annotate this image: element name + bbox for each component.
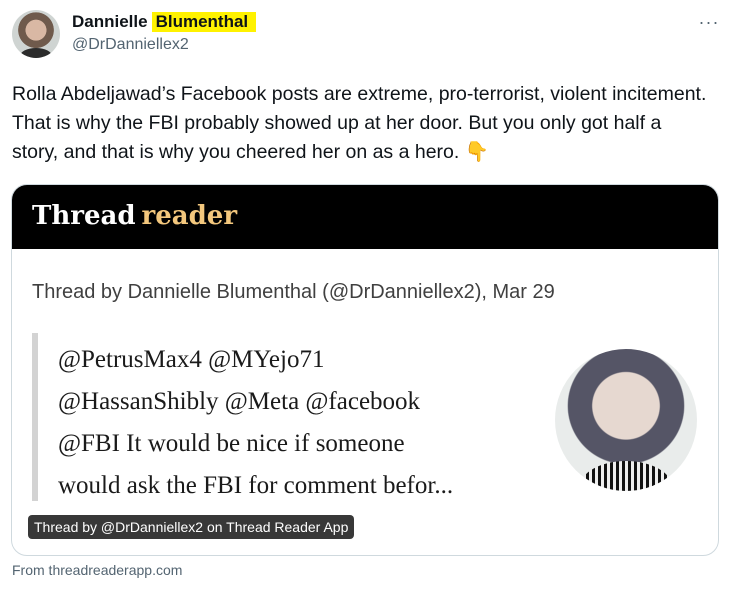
brand-word-thread: Thread: [32, 201, 136, 231]
avatar-shoulders: [20, 48, 52, 58]
tweet-text: Rolla Abdeljawad’s Facebook posts are ex…: [12, 83, 707, 163]
quote-bar: [32, 333, 38, 501]
author-name[interactable]: Dannielle Blumenthal: [72, 10, 257, 34]
more-options-icon[interactable]: ···: [697, 12, 721, 32]
author-last-name-highlighted: Blumenthal: [151, 12, 257, 32]
author-photo: [555, 349, 697, 491]
brand-word-reader: reader: [141, 201, 238, 231]
card-caption: Thread by @DrDanniellex2 on Thread Reade…: [28, 515, 355, 539]
author-handle[interactable]: @DrDanniellex2: [72, 36, 189, 54]
threadreader-logo: Thread reader: [32, 201, 237, 231]
author-avatar[interactable]: [12, 10, 60, 58]
quote-line: @FBI It would be nice if someone: [58, 430, 405, 457]
link-source[interactable]: From threadreaderapp.com: [12, 562, 182, 578]
thread-subtitle: Thread by Dannielle Blumenthal (@DrDanni…: [32, 281, 555, 303]
quote-line: would ask the FBI for comment befor...: [58, 472, 454, 499]
author-photo-shirt: [580, 461, 672, 491]
link-preview-card[interactable]: Thread reader Thread by Dannielle Blument…: [11, 184, 719, 556]
thread-quote: @PetrusMax4 @MYejo71 @HassanShibly @Meta…: [58, 339, 528, 507]
quote-line: @PetrusMax4 @MYejo71: [58, 346, 325, 373]
card-header: Thread reader: [12, 185, 718, 249]
quote-line: @HassanShibly @Meta @facebook: [58, 388, 421, 415]
author-first-name: Dannielle: [72, 12, 148, 31]
